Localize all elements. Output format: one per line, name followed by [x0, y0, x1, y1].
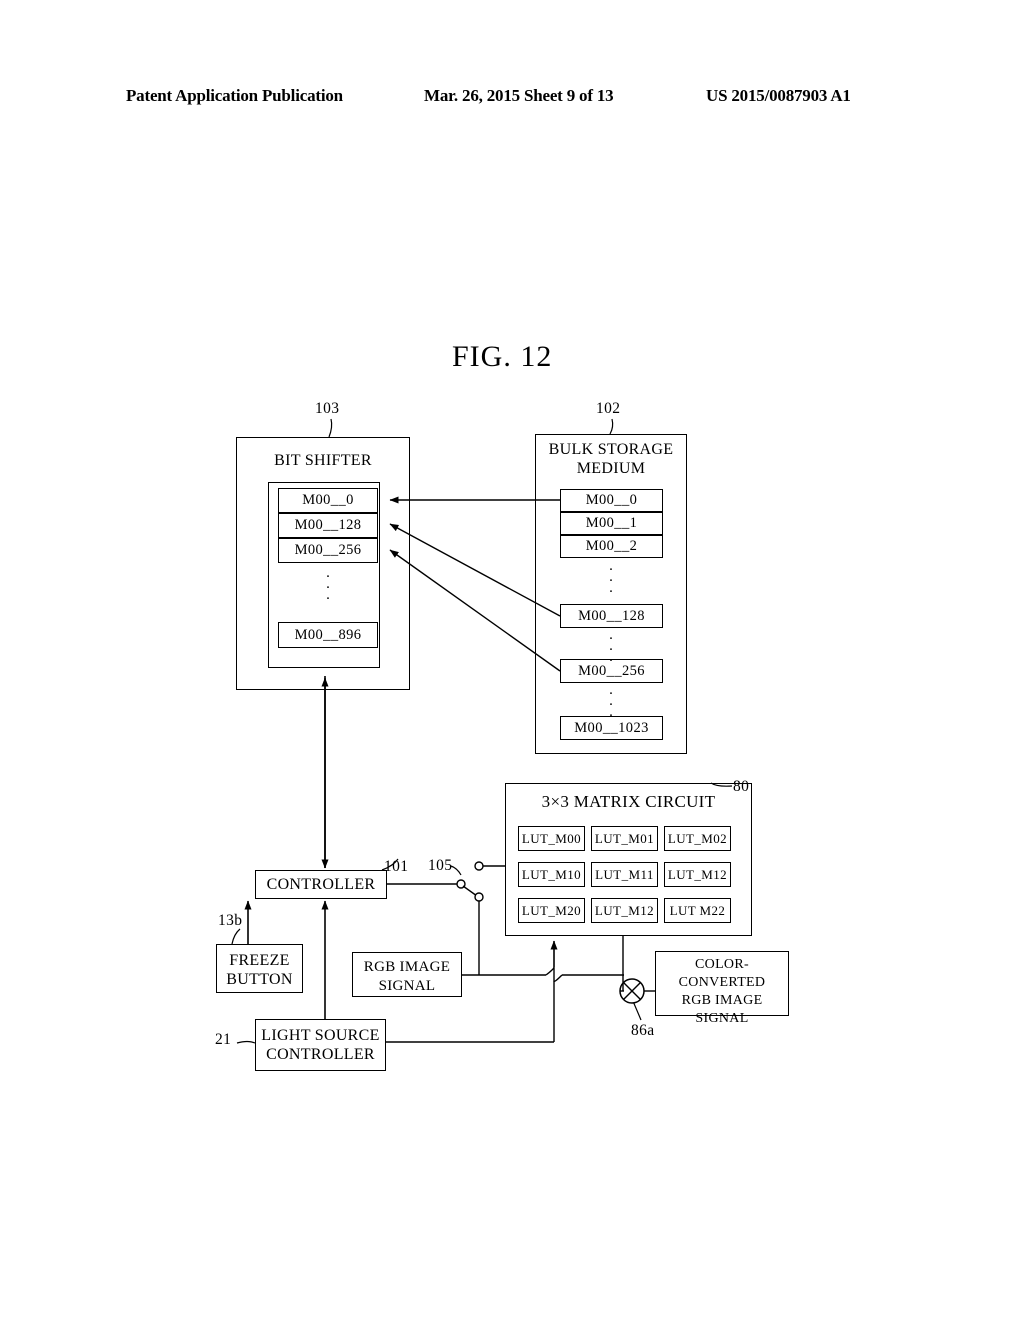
lut-m00: LUT_M00	[518, 826, 585, 851]
lut-m22: LUT M22	[664, 898, 731, 923]
page-header: Patent Application Publication Mar. 26, …	[0, 86, 1024, 112]
lut-m11: LUT_M11	[591, 862, 658, 887]
leader-103	[328, 418, 333, 438]
header-publication-label: Patent Application Publication	[126, 86, 343, 105]
bit-shifter-title: BIT SHIFTER	[274, 452, 372, 469]
ref-number-101: 101	[384, 858, 409, 875]
bulk-storage-title: BULK STORAGE MEDIUM	[548, 441, 674, 477]
bulk-storage-cell-1: M00__1	[560, 512, 663, 535]
ref-number-105: 105	[428, 857, 453, 874]
lut-m12: LUT_M12	[664, 862, 731, 887]
switch-terminal-lower	[474, 892, 484, 902]
leader-105	[450, 865, 462, 876]
bulk-storage-cell-0: M00__0	[560, 489, 663, 512]
multiplier-circle	[619, 978, 645, 1004]
ref-number-102: 102	[596, 400, 621, 417]
color-converted-signal-label: COLOR-CONVERTED RGB IMAGE SIGNAL	[678, 957, 766, 1026]
lut-m10: LUT_M10	[518, 862, 585, 887]
diagram-wiring-overlay	[231, 418, 733, 1044]
leader-102	[609, 418, 614, 435]
bit-shifter-cell-256: M00__256	[278, 538, 378, 563]
header-date-sheet: Mar. 26, 2015 Sheet 9 of 13	[424, 86, 614, 105]
lut-m01: LUT_M01	[591, 826, 658, 851]
controller-label: CONTROLLER	[266, 876, 376, 893]
header-patent-number: US 2015/0087903 A1	[706, 86, 851, 105]
bit-shifter-cell-0: M00__0	[278, 488, 378, 513]
bit-shifter-cell-896: M00__896	[278, 622, 378, 648]
multiplier-x-2	[623, 982, 641, 1000]
lut-m02: LUT_M02	[664, 826, 731, 851]
bit-shifter-ellipsis: · · ·	[325, 569, 331, 607]
ref-number-21: 21	[215, 1031, 232, 1048]
ref-number-13b: 13b	[218, 912, 243, 929]
ref-number-103: 103	[315, 400, 340, 417]
ref-number-86a: 86a	[631, 1022, 655, 1039]
figure-title: FIG. 12	[452, 340, 553, 373]
bit-shifter-cell-128: M00__128	[278, 513, 378, 538]
lut-m20: LUT_M20	[518, 898, 585, 923]
multiplier-x-1	[623, 982, 641, 1000]
bulk-storage-cell-2: M00__2	[560, 535, 663, 558]
bulk-storage-ellipsis-1: · · ·	[608, 562, 614, 600]
light-source-controller-label: LIGHT SOURCE CONTROLLER	[261, 1027, 380, 1063]
leader-13b	[231, 928, 241, 945]
leader-21	[236, 1040, 256, 1044]
rgb-image-signal-label: RGB IMAGE SIGNAL	[363, 959, 451, 994]
leader-86a	[631, 998, 642, 1021]
switch-terminal-upper	[474, 861, 484, 871]
bulk-storage-cell-1023: M00__1023	[560, 716, 663, 740]
bulk-storage-cell-128: M00__128	[560, 604, 663, 628]
lut-m21: LUT_M12	[591, 898, 658, 923]
switch-blade	[462, 885, 478, 897]
freeze-button-label: FREEZE BUTTON	[226, 952, 293, 988]
matrix-circuit-title: 3×3 MATRIX CIRCUIT	[541, 792, 716, 811]
switch-pivot-node	[456, 879, 466, 889]
bulk-storage-cell-256: M00__256	[560, 659, 663, 683]
rgb-bus-hop	[545, 966, 563, 983]
